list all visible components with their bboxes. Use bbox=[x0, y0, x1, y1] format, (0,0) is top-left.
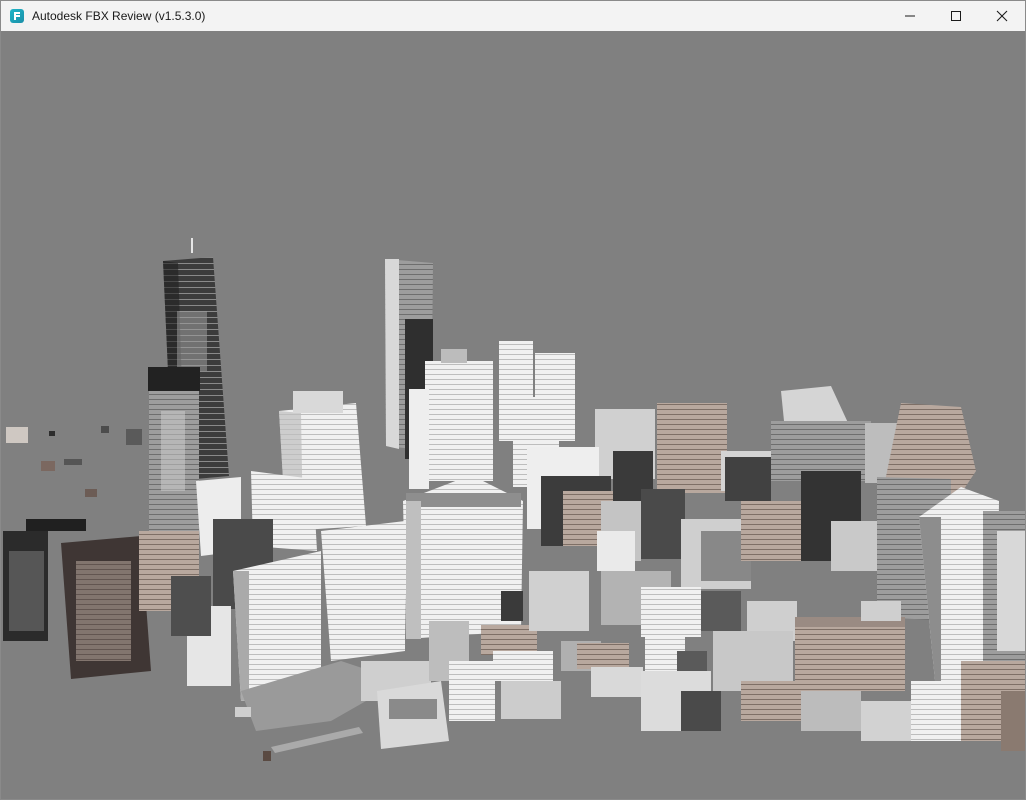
window-controls bbox=[887, 1, 1025, 31]
minimize-button[interactable] bbox=[887, 1, 933, 31]
fbx-review-app-icon bbox=[10, 9, 24, 23]
3d-viewport[interactable] bbox=[1, 31, 1025, 799]
app-window: Autodesk FBX Review (v1.5.3.0) bbox=[0, 0, 1026, 800]
maximize-icon bbox=[951, 11, 961, 21]
tower-left-mid bbox=[148, 367, 200, 531]
window-title: Autodesk FBX Review (v1.5.3.0) bbox=[32, 9, 206, 23]
title-bar[interactable]: Autodesk FBX Review (v1.5.3.0) bbox=[1, 1, 1025, 31]
close-button[interactable] bbox=[979, 1, 1025, 31]
close-icon bbox=[996, 10, 1008, 22]
maximize-button[interactable] bbox=[933, 1, 979, 31]
far-left-blocks bbox=[6, 426, 142, 497]
city-model-render bbox=[3, 238, 1025, 761]
minimize-icon bbox=[905, 15, 915, 17]
